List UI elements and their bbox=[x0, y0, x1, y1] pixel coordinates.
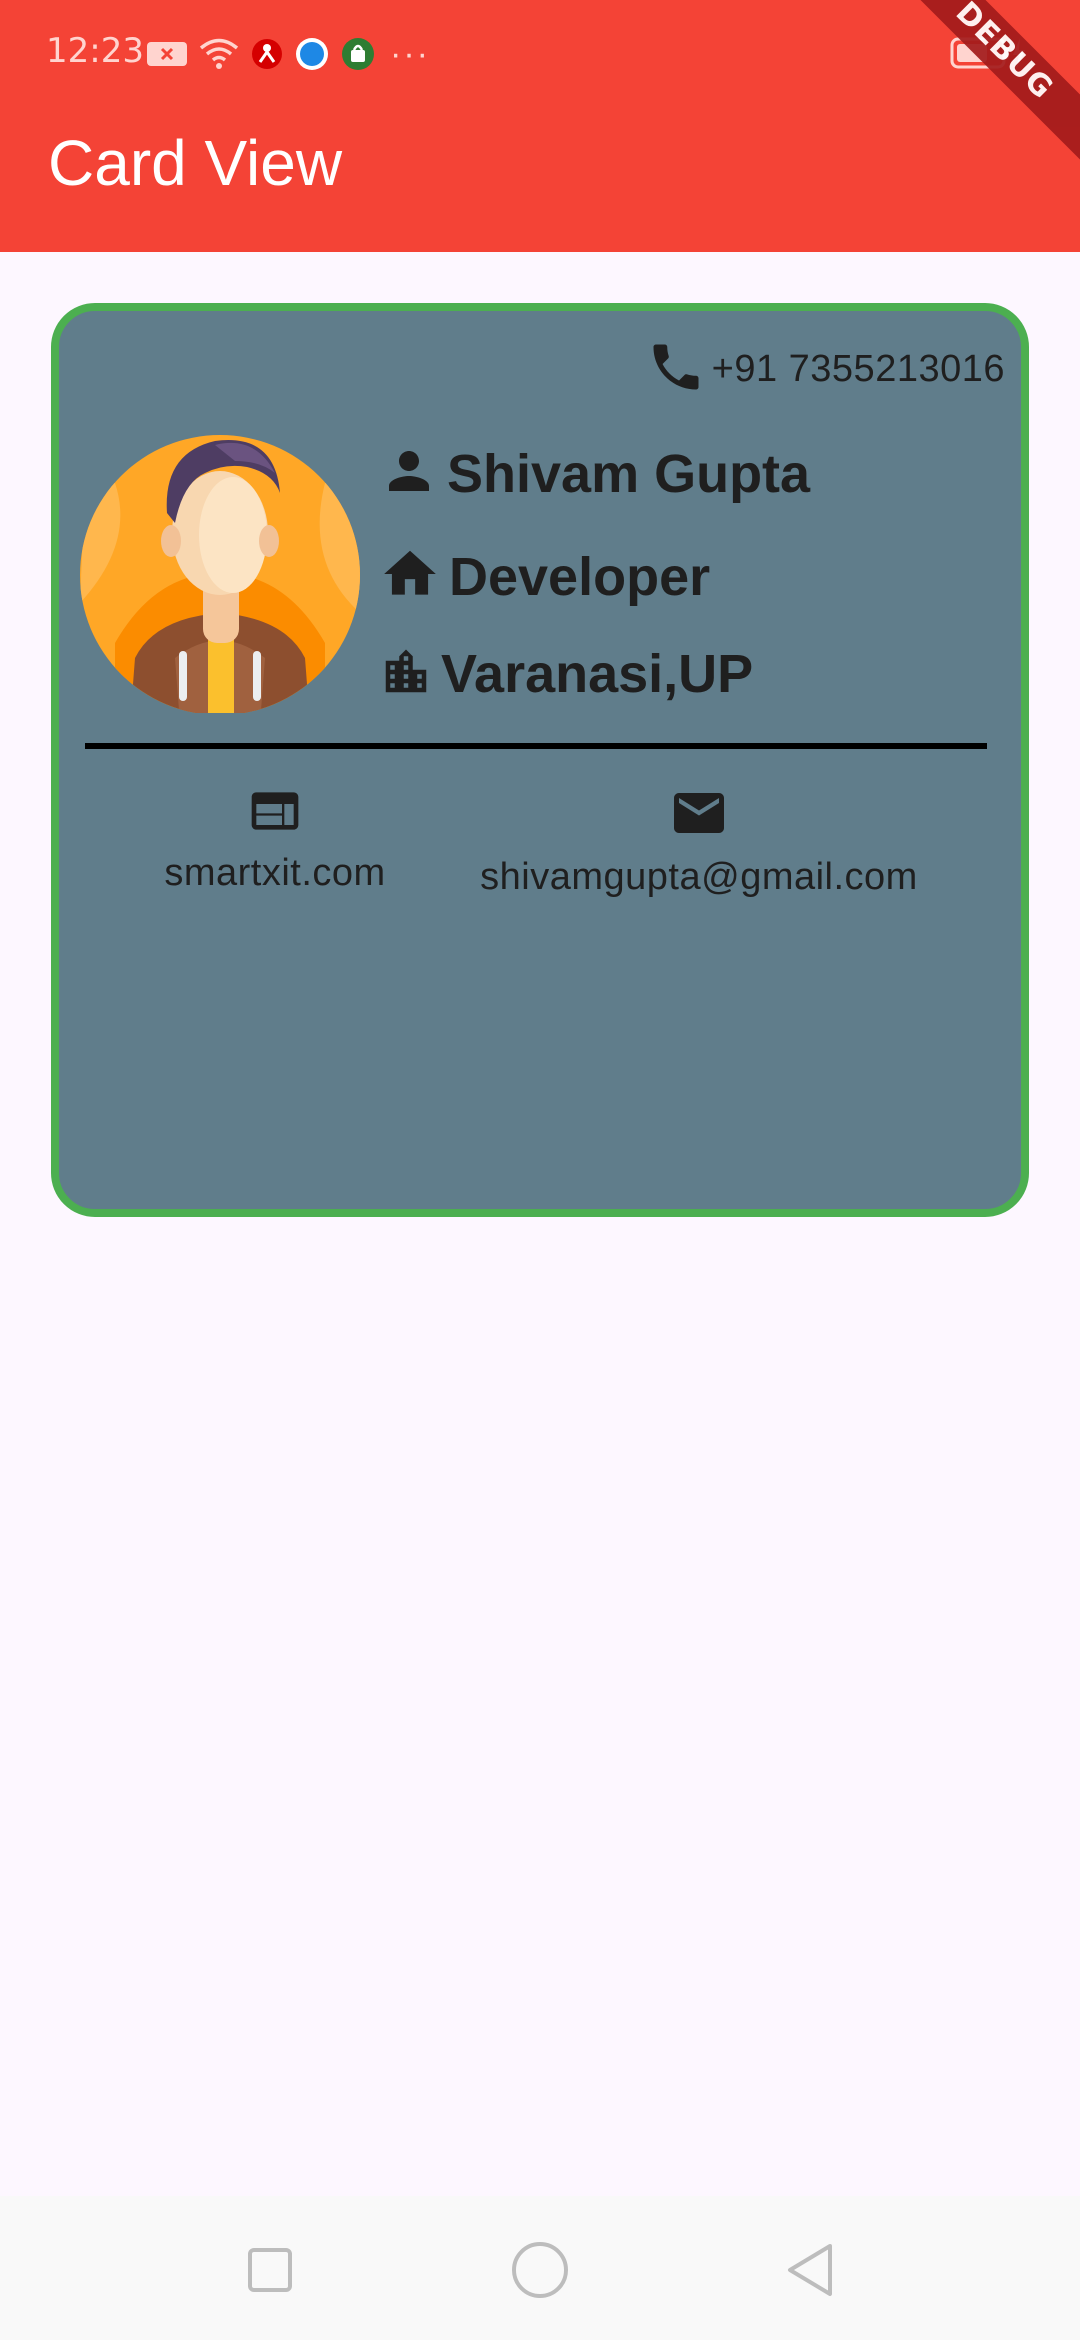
wifi-icon bbox=[198, 37, 240, 71]
email-icon bbox=[669, 783, 729, 848]
profile-role: Developer bbox=[449, 546, 711, 607]
status-time: 12:23 bbox=[46, 31, 144, 71]
status-bar: 12:23 ··· bbox=[0, 0, 1080, 108]
app-bar: 12:23 ··· Card View DEBUG bbox=[0, 0, 1080, 252]
web-icon bbox=[247, 783, 303, 844]
home-icon bbox=[379, 543, 441, 610]
back-button[interactable] bbox=[780, 2240, 840, 2300]
phone-icon bbox=[646, 337, 706, 402]
sim-error-icon bbox=[146, 39, 188, 69]
profile-location: Varanasi,UP bbox=[441, 644, 754, 704]
email-text[interactable]: shivamgupta@gmail.com bbox=[480, 856, 918, 899]
more-dots-icon: ··· bbox=[390, 35, 430, 73]
profile-card: +91 7355213016 Shivam Gupta Developer Va… bbox=[51, 303, 1029, 1217]
person-icon bbox=[379, 441, 439, 506]
app-notification-icon bbox=[250, 37, 284, 71]
browser-icon bbox=[294, 36, 330, 72]
phone-row: +91 7355213016 bbox=[646, 337, 1005, 402]
profile-name: Shivam Gupta bbox=[447, 443, 811, 504]
email-contact[interactable]: shivamgupta@gmail.com bbox=[449, 783, 949, 899]
recents-button[interactable] bbox=[240, 2240, 300, 2300]
role-row: Developer bbox=[379, 543, 710, 610]
city-icon bbox=[379, 645, 433, 704]
phone-number: +91 7355213016 bbox=[711, 348, 1005, 390]
avatar bbox=[75, 423, 365, 715]
page-title: Card View bbox=[48, 127, 343, 199]
website-contact[interactable]: smartxit.com bbox=[125, 783, 425, 895]
status-icons: ··· bbox=[146, 34, 430, 74]
navigation-bar bbox=[0, 2196, 1080, 2340]
store-icon bbox=[340, 36, 376, 72]
location-row: Varanasi,UP bbox=[379, 643, 753, 705]
name-row: Shivam Gupta bbox=[379, 441, 810, 506]
screen: 12:23 ··· Card View DEBUG +91 7355213016… bbox=[0, 0, 1080, 2340]
divider bbox=[85, 743, 987, 749]
website-text[interactable]: smartxit.com bbox=[164, 852, 385, 895]
home-button[interactable] bbox=[510, 2240, 570, 2300]
